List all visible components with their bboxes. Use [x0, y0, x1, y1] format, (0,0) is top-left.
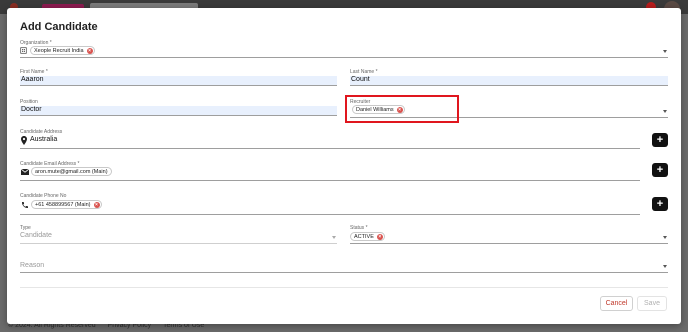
organization-field[interactable]: Organization * Xeople Recruit India × — [20, 40, 668, 58]
add-phone-button[interactable]: + — [652, 197, 668, 211]
type-label: Type — [20, 225, 31, 231]
first-name-value: Aaaron — [21, 76, 44, 83]
phone-underline — [20, 214, 640, 215]
status-label: Status * — [350, 225, 368, 231]
remove-status-icon[interactable]: × — [376, 234, 383, 240]
last-name-field[interactable]: Last Name * Count — [350, 69, 668, 86]
reason-label: Reason — [20, 262, 45, 269]
address-underline — [20, 148, 640, 149]
reason-dropdown-icon[interactable] — [663, 265, 667, 268]
address-field[interactable]: Candidate Address Australia — [20, 129, 640, 149]
add-email-button[interactable]: + — [652, 163, 668, 177]
first-name-underline — [20, 85, 337, 86]
dialog-title: Add Candidate — [20, 21, 98, 33]
type-underline — [20, 243, 337, 244]
building-icon — [20, 47, 27, 54]
status-underline — [350, 243, 668, 244]
organization-chip-label: Xeople Recruit India — [34, 48, 84, 54]
status-chip-label: ACTIVE — [354, 234, 374, 240]
last-name-value: Count — [351, 76, 370, 83]
phone-field[interactable]: Candidate Phone No +61 458899567 (Main) … — [20, 193, 640, 215]
remove-organization-icon[interactable]: × — [86, 48, 93, 54]
remove-phone-icon[interactable]: × — [93, 202, 100, 208]
save-button[interactable]: Save — [637, 296, 667, 311]
add-candidate-dialog: Add Candidate Organization * Xeople Recr… — [7, 8, 681, 324]
phone-chip: +61 458899567 (Main) × — [31, 200, 102, 209]
organization-dropdown-icon[interactable] — [663, 50, 667, 53]
dialog-actions-divider — [20, 287, 668, 288]
phone-icon — [22, 202, 28, 208]
last-name-label: Last Name * — [350, 69, 378, 75]
first-name-input[interactable]: Aaaron — [20, 76, 337, 85]
phone-chip-label: +61 458899567 (Main) — [35, 202, 91, 208]
location-pin-icon — [21, 136, 27, 145]
position-input[interactable]: Doctor — [20, 106, 337, 115]
recruiter-highlight-box — [345, 95, 459, 123]
recruiter-dropdown-icon[interactable] — [663, 110, 667, 113]
first-name-label: First Name * — [20, 69, 48, 75]
type-field[interactable]: Type Candidate — [20, 225, 337, 244]
email-field[interactable]: Candidate Email Address * aron.mute@gmai… — [20, 161, 640, 181]
organization-chip: Xeople Recruit India × — [30, 46, 95, 55]
email-chip: aron.mute@gmail.com (Main) — [31, 167, 112, 176]
address-value: Australia — [30, 136, 58, 143]
type-value: Candidate — [20, 232, 52, 239]
status-chip: ACTIVE × — [350, 232, 385, 241]
organization-underline — [20, 57, 668, 58]
position-label: Position — [20, 99, 38, 105]
envelope-icon — [21, 169, 29, 175]
address-label: Candidate Address — [20, 129, 63, 135]
phone-label: Candidate Phone No — [20, 193, 67, 199]
reason-underline — [20, 272, 668, 273]
position-underline — [20, 115, 337, 116]
status-dropdown-icon[interactable] — [663, 236, 667, 239]
email-chip-label: aron.mute@gmail.com (Main) — [35, 169, 108, 175]
type-dropdown-icon[interactable] — [332, 236, 336, 239]
last-name-underline — [350, 85, 668, 86]
status-field[interactable]: Status * ACTIVE × — [350, 225, 668, 244]
position-field[interactable]: Position Doctor — [20, 99, 337, 116]
reason-field[interactable]: Reason — [20, 261, 668, 273]
add-address-button[interactable]: + — [652, 133, 668, 147]
position-value: Doctor — [21, 106, 42, 113]
cancel-button[interactable]: Cancel — [600, 296, 633, 311]
first-name-field[interactable]: First Name * Aaaron — [20, 69, 337, 86]
last-name-input[interactable]: Count — [350, 76, 668, 85]
email-underline — [20, 180, 640, 181]
